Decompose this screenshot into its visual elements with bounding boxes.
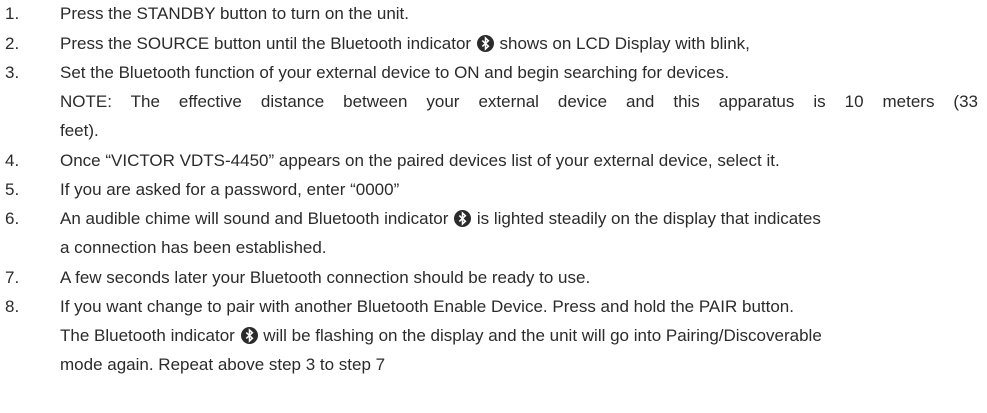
step-text-part: An audible chime will sound and Bluetoot… bbox=[60, 209, 454, 228]
step-text: An audible chime will sound and Bluetoot… bbox=[60, 209, 821, 229]
step-number: 3. bbox=[5, 63, 20, 82]
step-text: If you are asked for a password, enter “… bbox=[60, 180, 400, 199]
instructions-list: 1. Press the STANDBY button to turn on t… bbox=[0, 0, 987, 413]
step-text: If you want change to pair with another … bbox=[60, 297, 794, 316]
bluetooth-icon bbox=[477, 35, 494, 52]
step-text-part: will be flashing on the display and the … bbox=[258, 326, 822, 345]
step-number: 8. bbox=[5, 297, 20, 316]
step-number: 4. bbox=[5, 151, 20, 170]
bluetooth-icon bbox=[241, 327, 258, 344]
step-number: 6. bbox=[5, 209, 20, 228]
note-text: feet). bbox=[60, 121, 99, 140]
step-number: 7. bbox=[5, 268, 20, 287]
step-text: The Bluetooth indicator will be flashing… bbox=[60, 326, 822, 346]
step-text-part: The Bluetooth indicator bbox=[60, 326, 240, 345]
step-text: mode again. Repeat above step 3 to step … bbox=[60, 355, 386, 374]
step-text-part: shows on LCD Display with blink, bbox=[494, 34, 750, 53]
step-text: Once “VICTOR VDTS-4450” appears on the p… bbox=[60, 151, 780, 170]
step-text: Set the Bluetooth function of your exter… bbox=[60, 63, 730, 82]
bluetooth-icon bbox=[454, 210, 471, 227]
step-text-part: is lighted steadily on the display that … bbox=[472, 209, 821, 228]
step-number: 2. bbox=[5, 34, 20, 53]
step-number: 1. bbox=[5, 4, 20, 23]
step-text: A few seconds later your Bluetooth conne… bbox=[60, 268, 591, 287]
step-text: a connection has been established. bbox=[60, 238, 327, 257]
step-text: Press the STANDBY button to turn on the … bbox=[60, 4, 410, 23]
step-text-part: Press the SOURCE button until the Blueto… bbox=[60, 34, 476, 53]
step-text: Press the SOURCE button until the Blueto… bbox=[60, 34, 750, 54]
step-number: 5. bbox=[5, 180, 20, 199]
note-text: NOTE: The effective distance between you… bbox=[60, 92, 978, 111]
